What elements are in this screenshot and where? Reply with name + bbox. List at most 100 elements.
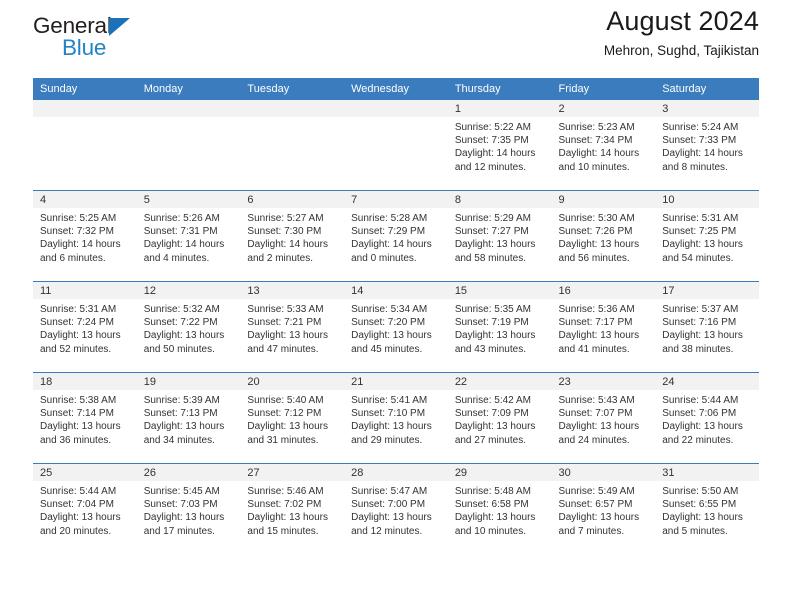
day-cell-2[interactable]: 2 Sunrise: 5:23 AM Sunset: 7:34 PM Daylight…	[551, 100, 656, 190]
day-number	[240, 100, 345, 117]
calendar-cell: 31 Sunrise: 5:50 AM Sunset: 6:55 PM Dayligh…	[655, 463, 759, 554]
day-cell-13[interactable]: 13 Sunrise: 5:33 AM Sunset: 7:21 PM Dayligh…	[240, 282, 345, 372]
day-info-line: and 0 minutes.	[351, 252, 417, 264]
day-info-line: Sunrise: 5:47 AM	[351, 486, 428, 497]
day-cell-7[interactable]: 7 Sunrise: 5:28 AM Sunset: 7:29 PM Daylight…	[344, 191, 448, 281]
day-cell-15[interactable]: 15 Sunrise: 5:35 AM Sunset: 7:19 PM Dayligh…	[447, 282, 552, 372]
day-cell-17[interactable]: 17 Sunrise: 5:37 AM Sunset: 7:16 PM Dayligh…	[655, 282, 759, 372]
day-cell-23[interactable]: 23 Sunrise: 5:43 AM Sunset: 7:07 PM Dayligh…	[551, 373, 656, 463]
day-sun-info: Sunrise: 5:44 AM Sunset: 7:04 PM Daylight:…	[33, 481, 137, 538]
calendar-cell: 20 Sunrise: 5:40 AM Sunset: 7:12 PM Dayligh…	[240, 372, 345, 464]
day-info-line: Sunrise: 5:42 AM	[454, 395, 531, 406]
day-info-line: Daylight: 14 hours	[351, 239, 432, 251]
general-blue-logo[interactable]: General Blue	[33, 13, 233, 65]
day-sun-info: Sunrise: 5:50 AM Sunset: 6:55 PM Daylight:…	[655, 481, 759, 538]
day-cell-19[interactable]: 19 Sunrise: 5:39 AM Sunset: 7:13 PM Dayligh…	[136, 373, 241, 463]
day-info-line: Sunrise: 5:33 AM	[247, 304, 324, 315]
day-sun-info: Sunrise: 5:39 AM Sunset: 7:13 PM Daylight:…	[137, 390, 241, 447]
day-cell-empty	[136, 100, 241, 190]
day-cell-11[interactable]: 11 Sunrise: 5:31 AM Sunset: 7:24 PM Dayligh…	[33, 282, 137, 372]
day-cell-16[interactable]: 16 Sunrise: 5:36 AM Sunset: 7:17 PM Dayligh…	[551, 282, 656, 372]
day-info-line: Sunset: 7:24 PM	[40, 317, 114, 329]
day-sun-info: Sunrise: 5:25 AM Sunset: 7:32 PM Daylight:…	[33, 208, 137, 265]
day-number: 7	[344, 191, 448, 208]
day-number	[344, 100, 448, 117]
calendar-cell: 25 Sunrise: 5:44 AM Sunset: 7:04 PM Dayligh…	[33, 463, 137, 554]
title-block: August 2024 Mehron, Sughd, Tajikistan	[604, 4, 759, 61]
day-info-line: and 12 minutes.	[454, 161, 526, 173]
weekday-header-sunday: Sunday	[33, 78, 137, 100]
day-cell-27[interactable]: 27 Sunrise: 5:46 AM Sunset: 7:02 PM Dayligh…	[240, 464, 345, 554]
day-cell-28[interactable]: 28 Sunrise: 5:47 AM Sunset: 7:00 PM Dayligh…	[344, 464, 448, 554]
day-number: 27	[240, 464, 345, 481]
day-info-line: Sunset: 7:19 PM	[454, 317, 529, 329]
day-info-line: Sunset: 7:07 PM	[558, 408, 633, 420]
day-cell-10[interactable]: 10 Sunrise: 5:31 AM Sunset: 7:25 PM Dayligh…	[655, 191, 759, 281]
day-info-line: Daylight: 13 hours	[558, 239, 640, 251]
day-info-line: Sunset: 6:58 PM	[454, 499, 529, 511]
day-number: 14	[344, 282, 448, 299]
day-info-line: Sunset: 7:35 PM	[454, 135, 529, 147]
day-info-line: Sunset: 7:16 PM	[662, 317, 737, 329]
calendar-cell: 16 Sunrise: 5:36 AM Sunset: 7:17 PM Dayligh…	[551, 281, 656, 373]
day-sun-info	[137, 117, 241, 121]
day-sun-info: Sunrise: 5:44 AM Sunset: 7:06 PM Daylight:…	[655, 390, 759, 447]
day-sun-info: Sunrise: 5:31 AM Sunset: 7:24 PM Daylight:…	[33, 299, 137, 356]
calendar-week-row: 25 Sunrise: 5:44 AM Sunset: 7:04 PM Dayligh…	[33, 463, 759, 554]
day-info-line: Sunset: 7:17 PM	[558, 317, 633, 329]
day-cell-24[interactable]: 24 Sunrise: 5:44 AM Sunset: 7:06 PM Dayligh…	[655, 373, 759, 463]
day-info-line: Sunrise: 5:24 AM	[662, 122, 739, 133]
day-cell-22[interactable]: 22 Sunrise: 5:42 AM Sunset: 7:09 PM Dayligh…	[447, 373, 552, 463]
day-info-line: and 38 minutes.	[662, 343, 734, 355]
calendar-week-row: 11 Sunrise: 5:31 AM Sunset: 7:24 PM Dayligh…	[33, 281, 759, 373]
page-header: General Blue August 2024 Mehron, Sughd, …	[33, 0, 759, 78]
day-info-line: Daylight: 13 hours	[662, 512, 743, 524]
day-info-line: and 12 minutes.	[351, 525, 423, 537]
day-cell-21[interactable]: 21 Sunrise: 5:41 AM Sunset: 7:10 PM Dayligh…	[344, 373, 448, 463]
day-cell-5[interactable]: 5 Sunrise: 5:26 AM Sunset: 7:31 PM Daylight…	[136, 191, 241, 281]
day-info-line: Sunrise: 5:50 AM	[662, 486, 739, 497]
day-info-line: Sunrise: 5:30 AM	[558, 213, 635, 224]
day-info-line: and 15 minutes.	[247, 525, 319, 537]
day-cell-14[interactable]: 14 Sunrise: 5:34 AM Sunset: 7:20 PM Dayligh…	[344, 282, 448, 372]
day-info-line: and 58 minutes.	[454, 252, 526, 264]
day-info-line: and 10 minutes.	[558, 161, 630, 173]
day-info-line: Sunrise: 5:31 AM	[40, 304, 117, 315]
day-info-line: and 41 minutes.	[558, 343, 630, 355]
day-cell-20[interactable]: 20 Sunrise: 5:40 AM Sunset: 7:12 PM Dayligh…	[240, 373, 345, 463]
day-info-line: Sunrise: 5:38 AM	[40, 395, 117, 406]
day-info-line: and 22 minutes.	[662, 434, 734, 446]
calendar-cell: 30 Sunrise: 5:49 AM Sunset: 6:57 PM Dayligh…	[551, 463, 656, 554]
day-cell-29[interactable]: 29 Sunrise: 5:48 AM Sunset: 6:58 PM Dayligh…	[447, 464, 552, 554]
day-cell-25[interactable]: 25 Sunrise: 5:44 AM Sunset: 7:04 PM Dayligh…	[33, 464, 137, 554]
day-cell-3[interactable]: 3 Sunrise: 5:24 AM Sunset: 7:33 PM Daylight…	[655, 100, 759, 190]
calendar-cell: 22 Sunrise: 5:42 AM Sunset: 7:09 PM Dayligh…	[447, 372, 552, 464]
day-info-line: Sunset: 7:00 PM	[351, 499, 426, 511]
day-info-line: Daylight: 14 hours	[558, 148, 640, 160]
day-info-line: and 36 minutes.	[40, 434, 112, 446]
day-cell-31[interactable]: 31 Sunrise: 5:50 AM Sunset: 6:55 PM Dayligh…	[655, 464, 759, 554]
day-cell-30[interactable]: 30 Sunrise: 5:49 AM Sunset: 6:57 PM Dayligh…	[551, 464, 656, 554]
calendar-week-row: 1 Sunrise: 5:22 AM Sunset: 7:35 PM Daylight…	[33, 100, 759, 191]
calendar-grid: Sunday Monday Tuesday Wednesday Thursday Frid…	[33, 78, 759, 554]
day-number: 6	[240, 191, 345, 208]
day-info-line: Sunrise: 5:34 AM	[351, 304, 428, 315]
day-cell-4[interactable]: 4 Sunrise: 5:25 AM Sunset: 7:32 PM Daylight…	[33, 191, 137, 281]
day-cell-6[interactable]: 6 Sunrise: 5:27 AM Sunset: 7:30 PM Daylight…	[240, 191, 345, 281]
day-info-line: Daylight: 13 hours	[558, 512, 640, 524]
day-sun-info: Sunrise: 5:46 AM Sunset: 7:02 PM Daylight:…	[240, 481, 344, 538]
day-info-line: Daylight: 13 hours	[247, 421, 329, 433]
day-cell-26[interactable]: 26 Sunrise: 5:45 AM Sunset: 7:03 PM Dayligh…	[136, 464, 241, 554]
day-cell-18[interactable]: 18 Sunrise: 5:38 AM Sunset: 7:14 PM Dayligh…	[33, 373, 137, 463]
day-info-line: and 54 minutes.	[662, 252, 734, 264]
day-sun-info: Sunrise: 5:37 AM Sunset: 7:16 PM Daylight:…	[655, 299, 759, 356]
day-cell-9[interactable]: 9 Sunrise: 5:30 AM Sunset: 7:26 PM Daylight…	[551, 191, 656, 281]
day-cell-8[interactable]: 8 Sunrise: 5:29 AM Sunset: 7:27 PM Daylight…	[447, 191, 552, 281]
calendar-cell: 8 Sunrise: 5:29 AM Sunset: 7:27 PM Daylight…	[447, 190, 552, 282]
page-subtitle: Mehron, Sughd, Tajikistan	[603, 43, 759, 58]
day-cell-12[interactable]: 12 Sunrise: 5:32 AM Sunset: 7:22 PM Dayligh…	[136, 282, 241, 372]
day-info-line: Sunrise: 5:46 AM	[247, 486, 324, 497]
day-cell-1[interactable]: 1 Sunrise: 5:22 AM Sunset: 7:35 PM Daylight…	[447, 100, 552, 190]
calendar-cell: 19 Sunrise: 5:39 AM Sunset: 7:13 PM Dayligh…	[136, 372, 241, 464]
calendar-cell	[33, 100, 137, 191]
